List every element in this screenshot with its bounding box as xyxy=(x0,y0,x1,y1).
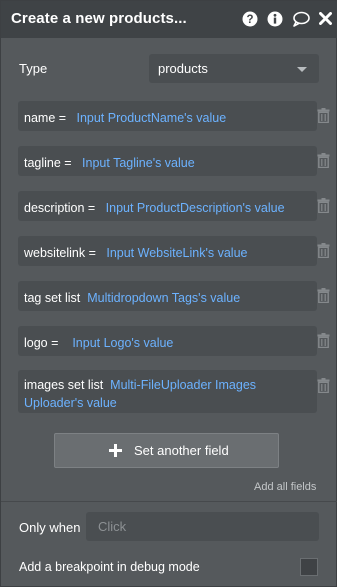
field-row-logo[interactable]: logo = Input Logo's value xyxy=(18,326,317,356)
field-row-description[interactable]: description = Input ProductDescription's… xyxy=(18,191,317,221)
info-icon[interactable] xyxy=(267,11,283,27)
field-value[interactable]: Multidropdown Tags's value xyxy=(87,291,240,305)
field-value[interactable]: Input ProductName's value xyxy=(76,111,226,125)
only-when-input[interactable]: Click xyxy=(86,512,319,541)
trash-icon[interactable] xyxy=(317,378,330,393)
field-key: tagline = xyxy=(24,156,72,170)
set-another-field-button[interactable]: Set another field xyxy=(54,433,279,468)
field-text: images set list Multi-FileUploader Image… xyxy=(24,376,304,412)
field-row-tagline[interactable]: tagline = Input Tagline's value xyxy=(18,146,317,176)
set-another-field-label: Set another field xyxy=(134,443,229,458)
field-key: description = xyxy=(24,201,96,215)
breakpoint-checkbox[interactable] xyxy=(300,558,318,576)
field-value[interactable]: Input ProductDescription's value xyxy=(106,201,285,215)
field-text: name = Input ProductName's value xyxy=(24,109,226,127)
add-all-fields-link[interactable]: Add all fields xyxy=(254,481,316,493)
type-label: Type xyxy=(19,61,48,76)
field-key: websitelink = xyxy=(24,246,96,260)
panel-header: Create a new products... ? xyxy=(1,1,337,38)
trash-icon[interactable] xyxy=(317,333,330,348)
field-text: logo = Input Logo's value xyxy=(24,334,173,352)
field-text: tagline = Input Tagline's value xyxy=(24,154,195,172)
field-row-images[interactable]: images set list Multi-FileUploader Image… xyxy=(18,370,317,413)
field-text: tag set list Multidropdown Tags's value xyxy=(24,289,240,307)
only-when-label: Only when xyxy=(19,520,81,535)
field-text: websitelink = Input WebsiteLink's value xyxy=(24,244,247,262)
field-row-websitelink[interactable]: websitelink = Input WebsiteLink's value xyxy=(18,236,317,266)
action-panel: Create a new products... ? Type products… xyxy=(0,0,337,587)
comment-icon[interactable] xyxy=(292,11,310,27)
help-icon[interactable]: ? xyxy=(242,11,258,27)
close-icon[interactable] xyxy=(319,12,332,25)
only-when-placeholder: Click xyxy=(98,519,127,534)
field-key: tag set list xyxy=(24,291,81,305)
field-key: name = xyxy=(24,111,67,125)
type-select[interactable]: products xyxy=(149,54,319,83)
field-key: images set list xyxy=(24,378,104,392)
field-row-name[interactable]: name = Input ProductName's value xyxy=(18,101,317,131)
field-row-tags[interactable]: tag set list Multidropdown Tags's value xyxy=(18,281,317,311)
trash-icon[interactable] xyxy=(317,153,330,168)
chevron-down-icon xyxy=(297,67,307,72)
field-value[interactable]: Input Logo's value xyxy=(72,336,173,350)
field-value[interactable]: Input Tagline's value xyxy=(82,156,195,170)
breakpoint-label: Add a breakpoint in debug mode xyxy=(19,560,200,574)
divider xyxy=(1,501,337,502)
panel-title: Create a new products... xyxy=(11,10,187,27)
svg-text:?: ? xyxy=(246,14,253,26)
plus-icon xyxy=(109,444,122,457)
trash-icon[interactable] xyxy=(317,243,330,258)
trash-icon[interactable] xyxy=(317,198,330,213)
field-key: logo = xyxy=(24,336,59,350)
field-value[interactable]: Input WebsiteLink's value xyxy=(106,246,247,260)
field-text: description = Input ProductDescription's… xyxy=(24,199,285,217)
trash-icon[interactable] xyxy=(317,288,330,303)
trash-icon[interactable] xyxy=(317,108,330,123)
type-select-value: products xyxy=(158,61,208,76)
